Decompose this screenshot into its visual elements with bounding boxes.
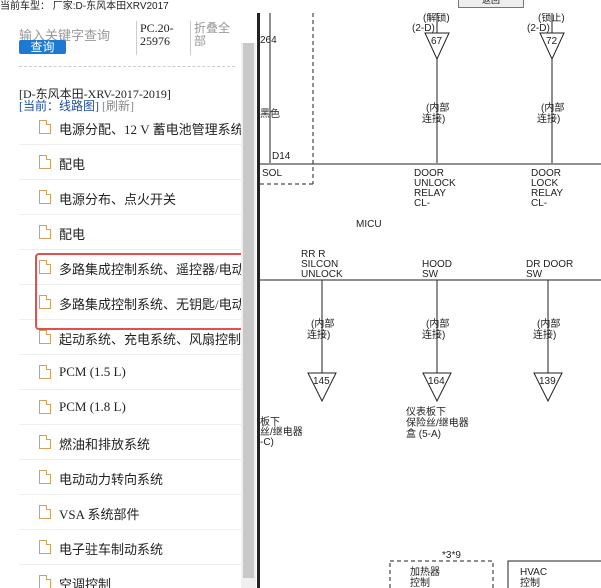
scrollbar[interactable] [241,43,256,588]
connector-264: 264 [260,35,277,46]
list-item-label: 电动动力转向系统 [59,472,164,487]
wiring-diagram: (解锁) (2-D) (锁止) (2-D) 264 67 72 (内部 连接) … [260,13,601,588]
list-item-label: PCM (1.8 L) [59,399,126,414]
pin-2d-label: (2-D) [527,23,550,34]
door-lock-line4: CL- [531,198,547,209]
list-item[interactable]: 配电 [19,145,241,180]
top-bar: 当前车型： 厂家:D-东风本田XRV2017 返回 [0,0,601,13]
under-dash-line1: 仪表板下 [406,405,446,418]
rr-silcon-line3: UNLOCK [301,269,343,280]
list-item-label: 电源分布、点火开关 [59,192,177,207]
connector-67: 67 [431,36,443,47]
list-item-label: 配电 [59,157,86,172]
heater-line2: 控制 [410,576,430,588]
list-item-label: 配电 [59,227,86,242]
dr-door-sw-line2: SW [526,269,543,280]
left-fragment-line3: -C) [260,437,274,448]
document-icon [39,155,51,169]
under-dash-line3: 盒 (5-A) [406,427,441,440]
list-item[interactable]: 配电 [19,215,241,250]
connector-145: 145 [313,376,330,387]
search-button[interactable]: 查询 [19,40,66,54]
document-icon [39,120,51,134]
collapse-all-button[interactable]: 折叠全部 [194,22,236,48]
list-item-label: 空调控制 [59,577,112,588]
document-icon [39,540,51,554]
list-item[interactable]: 电子驻车制动系统 [19,530,241,565]
connector-139: 139 [539,376,556,387]
list-item[interactable]: PCM (1.8 L) [19,390,241,425]
list-item[interactable]: 空调控制 [19,565,241,588]
connector-164: 164 [428,376,445,387]
micu-label: MICU [356,219,382,230]
dashed-divider [19,66,235,67]
sol-label: SOL [262,168,282,179]
separator [190,21,191,55]
document-icon [39,365,51,379]
connect-label: 连接) [537,112,560,125]
internal-label: (内部 [426,317,449,330]
list-item[interactable]: 电源分布、点火开关 [19,180,241,215]
internal-label: (内部 [541,101,564,114]
heater-box [389,560,494,588]
list-item-label: 燃油和排放系统 [59,437,151,452]
pin-2d-label: (2-D) [412,23,435,34]
connect-label: 连接) [307,328,330,341]
diagram-svg: (解锁) (2-D) (锁止) (2-D) 264 67 72 (内部 连接) … [260,13,601,588]
under-dash-line2: 保险丝/继电器 [406,416,469,429]
document-icon [39,435,51,449]
highlight-box [35,253,246,330]
document-icon [39,330,51,344]
document-icon [39,470,51,484]
document-icon [39,505,51,519]
d14-label: D14 [272,151,291,162]
connector-72: 72 [546,36,558,47]
document-icon [39,190,51,204]
section-list: 电源分配、12 V 蓄电池管理系统 配电 电源分布、点火开关 配电 多路集成控制… [19,110,241,588]
list-item-label: 起动系统、充电系统、风扇控制 [59,332,241,347]
door-unlock-line4: CL- [414,198,430,209]
list-item[interactable]: 电源分配、12 V 蓄电池管理系统 [19,110,241,145]
sidebar: 输入关键字查询 查询 PC.20-25976 折叠全部 [D-东风本田-XRV-… [0,13,258,588]
hood-sw-line2: SW [422,269,439,280]
back-button[interactable]: 返回 [458,0,524,8]
document-icon [39,400,51,414]
wire-color-label: 黑色 [260,107,280,120]
separator [136,21,137,55]
scrollbar-thumb[interactable] [243,43,254,578]
list-item[interactable]: 燃油和排放系统 [19,425,241,460]
heater-line1: 加热器 [410,565,440,578]
internal-label: (内部 [537,317,560,330]
connect-label: 连接) [533,328,556,341]
list-item-label: 电子驻车制动系统 [59,542,164,557]
connect-label: 连接) [422,328,445,341]
connect-label: 连接) [422,112,445,125]
list-item[interactable]: VSA 系统部件 [19,495,241,530]
internal-label: (内部 [426,101,449,114]
list-item-label: VSA 系统部件 [59,507,140,522]
document-icon [39,225,51,239]
hvac-line1: HVAC [520,567,547,578]
list-item[interactable]: PCM (1.5 L) [19,355,241,390]
document-icon [39,575,51,588]
vehicle-title: 当前车型： 厂家:D-东风本田XRV2017 [0,1,169,12]
list-item-label: 电源分配、12 V 蓄电池管理系统 [59,122,241,137]
note-star39: *3*9 [442,550,461,561]
internal-label: (内部 [311,317,334,330]
list-item-label: PCM (1.5 L) [59,364,126,379]
list-item[interactable]: 电动动力转向系统 [19,460,241,495]
hvac-line2: 控制 [520,576,540,588]
pc-code: PC.20-25976 [140,21,174,48]
